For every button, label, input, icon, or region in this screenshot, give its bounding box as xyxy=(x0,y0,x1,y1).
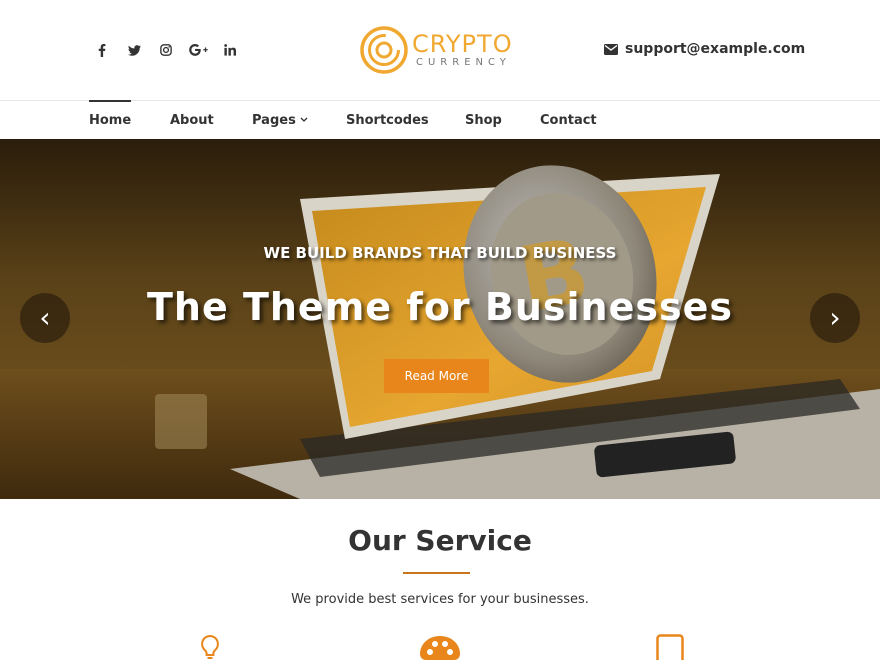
hero-slider: B WE BUILD BRANDS THAT BUILD BUSINESS Th… xyxy=(0,139,880,499)
nav-item-about[interactable]: About xyxy=(170,101,214,139)
chevron-down-icon xyxy=(300,117,308,122)
google-plus-icon[interactable] xyxy=(182,38,214,62)
logo-subtitle: CURRENCY xyxy=(416,57,511,68)
support-email-link[interactable]: support@example.com xyxy=(604,38,805,60)
lightbulb-icon xyxy=(201,634,219,659)
site-logo[interactable]: CRYPTO CURRENCY xyxy=(358,24,522,76)
hero-subtitle: WE BUILD BRANDS THAT BUILD BUSINESS xyxy=(263,244,617,262)
nav-item-shop[interactable]: Shop xyxy=(465,101,502,139)
support-email: support@example.com xyxy=(625,41,806,57)
mobile-icon xyxy=(656,634,684,660)
logo-mark-icon xyxy=(360,26,408,74)
nav-item-shortcodes[interactable]: Shortcodes xyxy=(346,101,429,139)
linkedin-icon[interactable] xyxy=(214,38,246,62)
nav-item-home[interactable]: Home xyxy=(89,100,132,139)
twitter-icon[interactable] xyxy=(118,38,150,62)
facebook-icon[interactable] xyxy=(86,38,118,62)
services-divider xyxy=(403,572,470,574)
slider-prev-button[interactable]: ‹ xyxy=(20,293,70,343)
instagram-icon[interactable] xyxy=(150,38,182,62)
nav-item-pages-label: Pages xyxy=(252,112,296,128)
main-navigation: Home About Pages Shortcodes Shop Contact xyxy=(0,100,880,139)
chevron-right-icon: › xyxy=(829,301,841,334)
site-header: CRYPTO CURRENCY support@example.com xyxy=(0,0,880,100)
nav-item-pages[interactable]: Pages xyxy=(252,101,308,139)
palette-icon xyxy=(420,636,460,660)
slider-next-button[interactable]: › xyxy=(810,293,860,343)
nav-item-contact[interactable]: Contact xyxy=(540,101,597,139)
envelope-icon xyxy=(604,43,618,55)
chevron-left-icon: ‹ xyxy=(39,301,51,334)
hero-title: The Theme for Businesses xyxy=(146,285,734,329)
services-heading: Our Service xyxy=(348,524,532,557)
services-description: We provide best services for your busine… xyxy=(291,592,589,607)
logo-title: CRYPTO xyxy=(412,30,513,58)
read-more-button[interactable]: Read More xyxy=(384,359,489,393)
social-links xyxy=(86,38,246,62)
